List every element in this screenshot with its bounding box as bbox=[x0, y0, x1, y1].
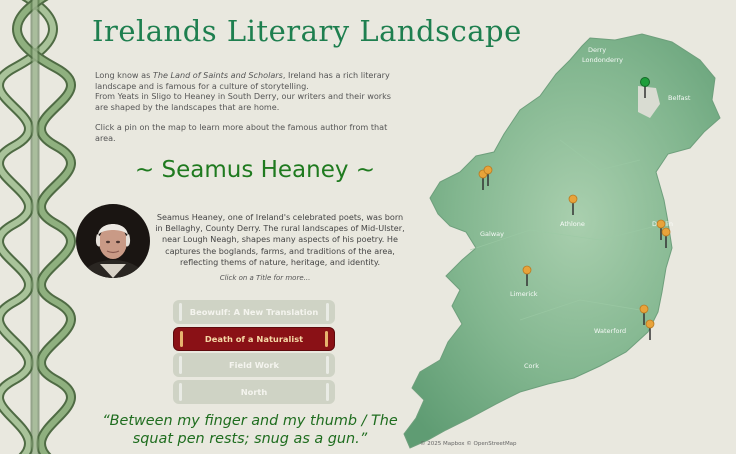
intro-paragraph-1: Long know as The Land of Saints and Scho… bbox=[95, 70, 392, 112]
intro-paragraph-2: From Yeats in Sligo to Heaney in South D… bbox=[95, 91, 392, 112]
celtic-knot-border bbox=[0, 0, 76, 454]
title-hint: Click on a Title for more... bbox=[219, 274, 311, 282]
map-label-limerick: Limerick bbox=[510, 290, 538, 298]
map-label-athlone: Athlone bbox=[560, 220, 585, 228]
map-attribution[interactable]: © 2025 Mapbox © OpenStreetMap bbox=[420, 441, 517, 447]
map-label-londonderry: Londonderry bbox=[582, 56, 623, 64]
author-quote: “Between my finger and my thumb / The sq… bbox=[102, 413, 398, 447]
author-name-heading: ~ Seamus Heaney ~ bbox=[134, 157, 376, 183]
intro-text: Long know as The Land of Saints and Scho… bbox=[95, 70, 395, 154]
map-label-belfast: Belfast bbox=[668, 94, 691, 102]
ireland-map[interactable]: Derry Londonderry Belfast Athlone Galway… bbox=[395, 30, 736, 454]
intro-paragraph-3: Click a pin on the map to learn more abo… bbox=[95, 122, 388, 143]
map-label-cork: Cork bbox=[524, 362, 539, 370]
author-portrait bbox=[76, 204, 150, 278]
map-label-waterford: Waterford bbox=[594, 327, 626, 335]
book-button-north[interactable]: North bbox=[173, 380, 335, 404]
book-button-death-of-a-naturalist[interactable]: Death of a Naturalist bbox=[173, 327, 335, 351]
map-label-galway: Galway bbox=[480, 230, 504, 238]
map-label-derry: Derry bbox=[588, 46, 606, 54]
author-bio: Seamus Heaney, one of Ireland's celebrat… bbox=[155, 212, 405, 267]
book-button-beowulf[interactable]: Beowulf: A New Translation bbox=[173, 300, 335, 324]
book-button-field-work[interactable]: Field Work bbox=[173, 353, 335, 377]
